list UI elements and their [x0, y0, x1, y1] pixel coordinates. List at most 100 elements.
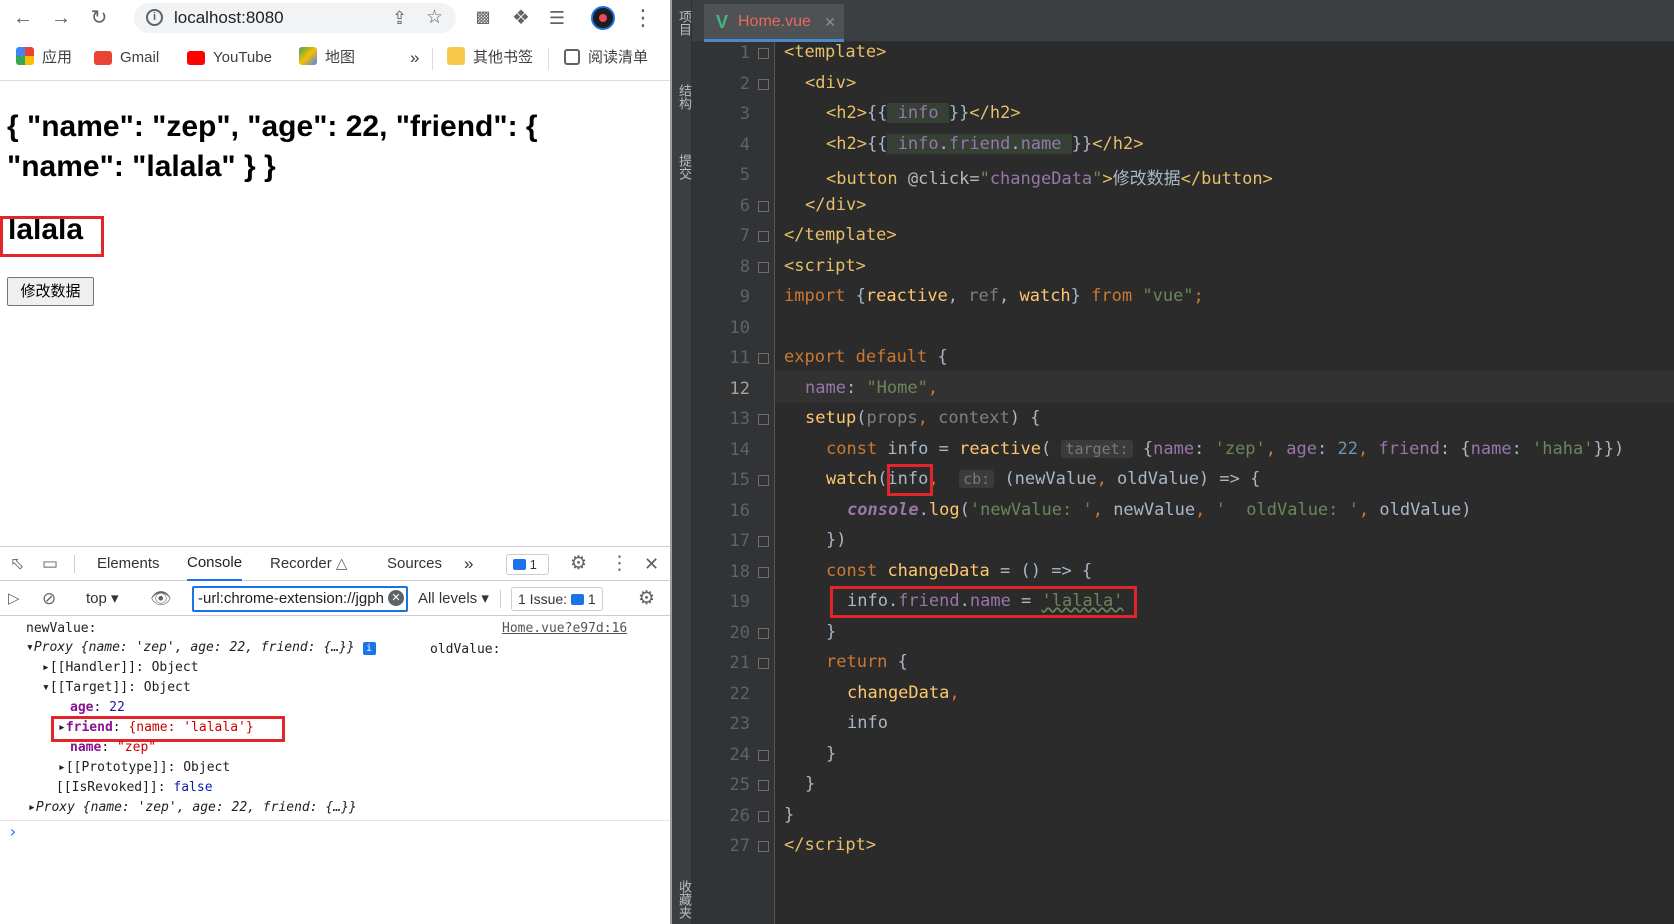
info-heading: { "name": "zep", "age": 22, "friend": { … [7, 110, 538, 183]
fold-marker[interactable] [758, 414, 769, 425]
folder-icon [447, 47, 465, 65]
tab-home-vue[interactable]: V Home.vue ✕ [704, 4, 844, 42]
line-number: 13 [729, 409, 750, 429]
device-toggle-icon[interactable]: ▭ [42, 547, 58, 581]
line-number: 25 [729, 775, 750, 795]
console-settings-icon[interactable]: ⚙ [638, 582, 655, 616]
commit-tool[interactable]: 提交 [674, 154, 693, 180]
levels-select[interactable]: All levels ▾ [418, 582, 489, 616]
close-icon[interactable]: ✕ [644, 547, 659, 581]
reload-icon[interactable]: ↻ [82, 0, 116, 36]
proxy-object[interactable]: ▸Proxy {name: 'zep', age: 22, friend: {…… [28, 798, 357, 818]
bookmark-apps[interactable]: 应用 [16, 44, 72, 72]
settings-icon[interactable]: ⚙ [570, 547, 587, 581]
bookmark-maps[interactable]: 地图 [299, 44, 355, 72]
fold-marker[interactable] [758, 536, 769, 547]
line-number: 27 [729, 836, 750, 856]
code-line: export default { [784, 347, 948, 367]
context-label: top [86, 590, 107, 607]
bookmark-divider [548, 48, 549, 70]
tab-console[interactable]: Console [187, 547, 243, 581]
reading-list-icon[interactable]: ☰ [540, 0, 574, 36]
issues-button[interactable]: 1 Issue: 1 [511, 587, 603, 611]
star-icon[interactable]: ☆ [426, 3, 443, 33]
fold-marker[interactable] [758, 749, 769, 761]
project-tool[interactable]: 项目 [674, 10, 693, 36]
share-icon[interactable]: ⇪ [392, 3, 407, 33]
console-toolbar: ▷ ⊘ top ▾ 👁 -url:chrome-extension://jgph… [0, 582, 670, 616]
fold-marker[interactable] [758, 658, 769, 669]
sidebar-toggle-icon[interactable]: ▷ [8, 582, 20, 616]
bookmark-other[interactable]: 其他书签 [447, 44, 533, 72]
code-editor[interactable]: 1 2 3 4 5 6 7 8 9 10 11 12 13 14 15 16 17 18 19 20 21 22 23 24 2… [730, 42, 1674, 924]
tree-name: name: "zep" [70, 740, 157, 755]
fold-marker[interactable] [758, 78, 769, 90]
log-label: oldValue: [430, 642, 501, 657]
youtube-icon [187, 51, 205, 65]
code-line: setup(props, context) { [805, 408, 1041, 428]
bookmarks-more-icon[interactable]: » [410, 44, 419, 72]
line-number: 12 [729, 378, 750, 399]
bookmark-youtube[interactable]: YouTube [187, 44, 272, 72]
structure-tool[interactable]: 结构 [674, 84, 693, 110]
messages-badge[interactable]: 1 [506, 554, 549, 575]
tab-elements[interactable]: Elements [97, 547, 160, 581]
bookmark-reading-list[interactable]: 阅读清单 [564, 44, 648, 72]
issues-count: 1 [587, 591, 596, 607]
avatar[interactable] [591, 6, 615, 30]
address-bar[interactable]: i localhost:8080 ⇪ ☆ [134, 3, 456, 33]
devtools-panel: ⬁ ▭ Elements Console Recorder △ Sources … [0, 546, 670, 924]
fold-marker[interactable] [758, 566, 769, 578]
info-icon[interactable]: i [146, 9, 163, 26]
bookmark-gmail[interactable]: Gmail [94, 44, 159, 72]
fold-marker[interactable] [758, 475, 769, 486]
proxy-object[interactable]: ▾Proxy {name: 'zep', age: 22, friend: {…… [26, 638, 376, 658]
tree-target[interactable]: ▾[[Target]]: Object [42, 678, 191, 698]
eye-icon[interactable]: 👁 [150, 582, 172, 616]
editor-tabs: V Home.vue ✕ [692, 0, 1674, 42]
code-line: <h2>{{ info }}</h2> [826, 103, 1021, 123]
fold-marker[interactable] [758, 231, 769, 242]
code-line: </template> [784, 225, 897, 245]
tree-handler[interactable]: ▸[[Handler]]: Object [42, 658, 199, 678]
code-line: const changeData = () => { [826, 561, 1093, 581]
source-link[interactable]: Home.vue?e97d:16 [502, 619, 627, 639]
close-tab-icon[interactable]: ✕ [824, 4, 836, 40]
more-tabs-icon[interactable]: » [464, 547, 473, 581]
highlight-box [830, 586, 1137, 618]
forward-icon[interactable]: → [44, 0, 78, 36]
fold-marker[interactable] [758, 200, 769, 212]
clear-filter-icon[interactable]: ✕ [388, 590, 404, 606]
tab-recorder[interactable]: Recorder △ [270, 547, 347, 581]
fold-marker[interactable] [758, 48, 769, 59]
change-data-button[interactable]: 修改数据 [7, 277, 94, 306]
code-line: </script> [784, 835, 877, 855]
fold-marker[interactable] [758, 627, 769, 639]
extension-grid-icon[interactable]: ▩ [466, 0, 500, 36]
issue-icon [570, 594, 584, 605]
console-prompt[interactable]: › [8, 822, 18, 842]
filter-input[interactable]: -url:chrome-extension://jgph ✕ [192, 586, 408, 612]
clear-console-icon[interactable]: ⊘ [42, 582, 56, 616]
tab-sources[interactable]: Sources [387, 547, 442, 581]
fold-marker[interactable] [758, 810, 769, 822]
back-icon[interactable]: ← [6, 0, 40, 36]
info-icon[interactable]: i [362, 642, 376, 655]
context-select[interactable]: top ▾ [86, 582, 119, 616]
fold-marker[interactable] [758, 841, 769, 852]
menu-icon[interactable]: ⋮ [626, 0, 660, 36]
fold-marker[interactable] [758, 353, 769, 364]
code-line: console.log('newValue: ', newValue, ' ol… [847, 500, 1472, 520]
prop-value: 22 [109, 700, 125, 715]
favorites-tool[interactable]: 收藏夹 [674, 880, 693, 919]
code-line: <template> [784, 42, 887, 62]
tree-prototype[interactable]: ▸[[Prototype]]: Object [58, 758, 230, 778]
fold-marker[interactable] [758, 261, 769, 273]
more-options-icon[interactable]: ⋮ [610, 547, 629, 581]
tree-age: age: 22 [70, 700, 125, 715]
line-number: 4 [739, 134, 750, 155]
fold-marker[interactable] [758, 780, 769, 791]
tree-label: [[Target]]: Object [49, 680, 191, 695]
extensions-icon[interactable]: ❖ [504, 0, 538, 36]
inspect-icon[interactable]: ⬁ [10, 547, 24, 581]
